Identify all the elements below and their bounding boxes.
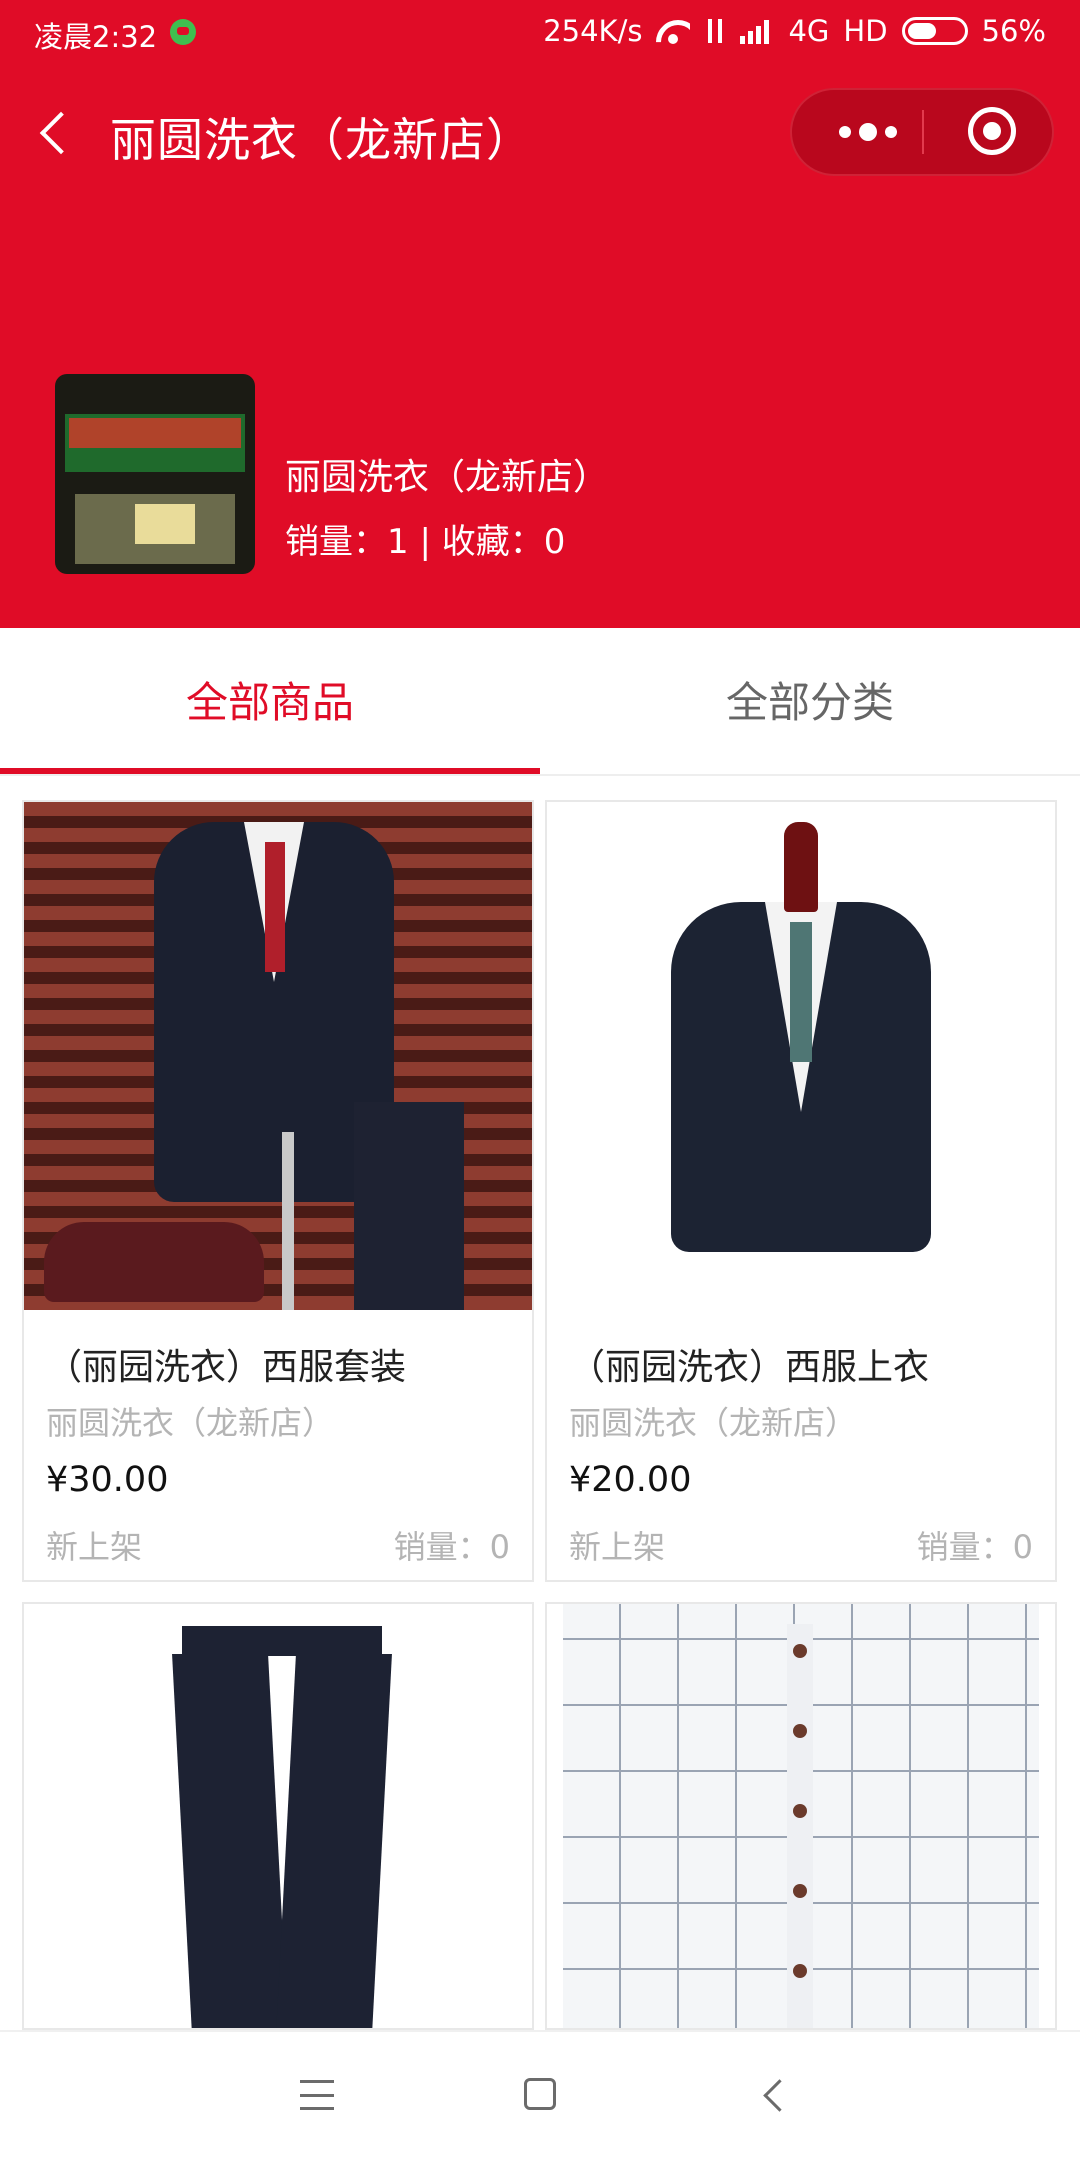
data-transfer-icon [704,17,726,45]
product-image-trousers [24,1604,532,2028]
product-shop: 丽圆洗衣（龙新店） [569,1404,858,1442]
product-price: ¥20.00 [569,1460,692,1500]
signal-icon [740,18,774,44]
status-time: 凌晨2:32 [34,20,158,54]
page-title: 丽圆洗衣（龙新店） [110,113,533,167]
product-card[interactable]: （丽园洗衣）西服上衣 丽圆洗衣（龙新店） ¥20.00 新上架 销量：0 [545,800,1057,1582]
product-image-suit-jacket [547,802,1055,1310]
product-name: （丽园洗衣）西服套装 [46,1347,407,1388]
product-sales: 销量：0 [393,1528,510,1566]
product-card[interactable] [545,1602,1057,2030]
status-right: 254K/s 4G HD 56% [543,14,1046,48]
close-miniprogram-icon[interactable] [968,107,1016,155]
product-price: ¥30.00 [46,1460,169,1500]
battery-percent: 56% [981,14,1046,48]
wifi-icon [656,18,690,44]
notification-icon [170,19,196,45]
product-card[interactable]: （丽园洗衣）西服套装 丽圆洗衣（龙新店） ¥30.00 新上架 销量：0 [22,800,534,1582]
tab-all-products[interactable]: 全部商品 [0,628,540,778]
tab-divider [0,774,1080,776]
shop-header: 凌晨2:32 254K/s 4G HD 56% 丽圆洗衣（龙新店） 丽圆洗衣（龙… [0,0,1080,628]
back-nav-icon[interactable] [758,2078,788,2112]
product-sales: 销量：0 [916,1528,1033,1566]
product-card[interactable] [22,1602,534,2030]
shop-stats: 销量：1 | 收藏：0 [285,522,566,562]
home-icon[interactable] [524,2078,556,2110]
tab-bar: 全部商品 全部分类 [0,628,1080,778]
tab-all-categories[interactable]: 全部分类 [540,628,1080,778]
capsule-divider [922,110,924,154]
more-icon[interactable] [822,90,914,174]
product-tag: 新上架 [569,1528,666,1566]
product-tag: 新上架 [46,1528,143,1566]
network-type: 4G [788,14,830,48]
product-shop: 丽圆洗衣（龙新店） [46,1404,335,1442]
network-speed: 254K/s [543,14,643,48]
battery-icon [901,17,968,45]
product-image-plaid-shirt [547,1604,1055,2028]
product-name: （丽园洗衣）西服上衣 [569,1347,930,1388]
hd-indicator: HD [843,14,888,48]
mini-program-capsule [790,88,1054,176]
shop-name: 丽圆洗衣（龙新店） [285,457,610,498]
shop-photo [55,374,255,574]
back-button[interactable] [34,108,78,160]
system-nav-bar [0,2030,1080,2160]
status-bar: 凌晨2:32 254K/s 4G HD 56% [0,0,1080,66]
menu-icon[interactable] [300,2080,334,2110]
product-image-suit-set [24,802,532,1310]
